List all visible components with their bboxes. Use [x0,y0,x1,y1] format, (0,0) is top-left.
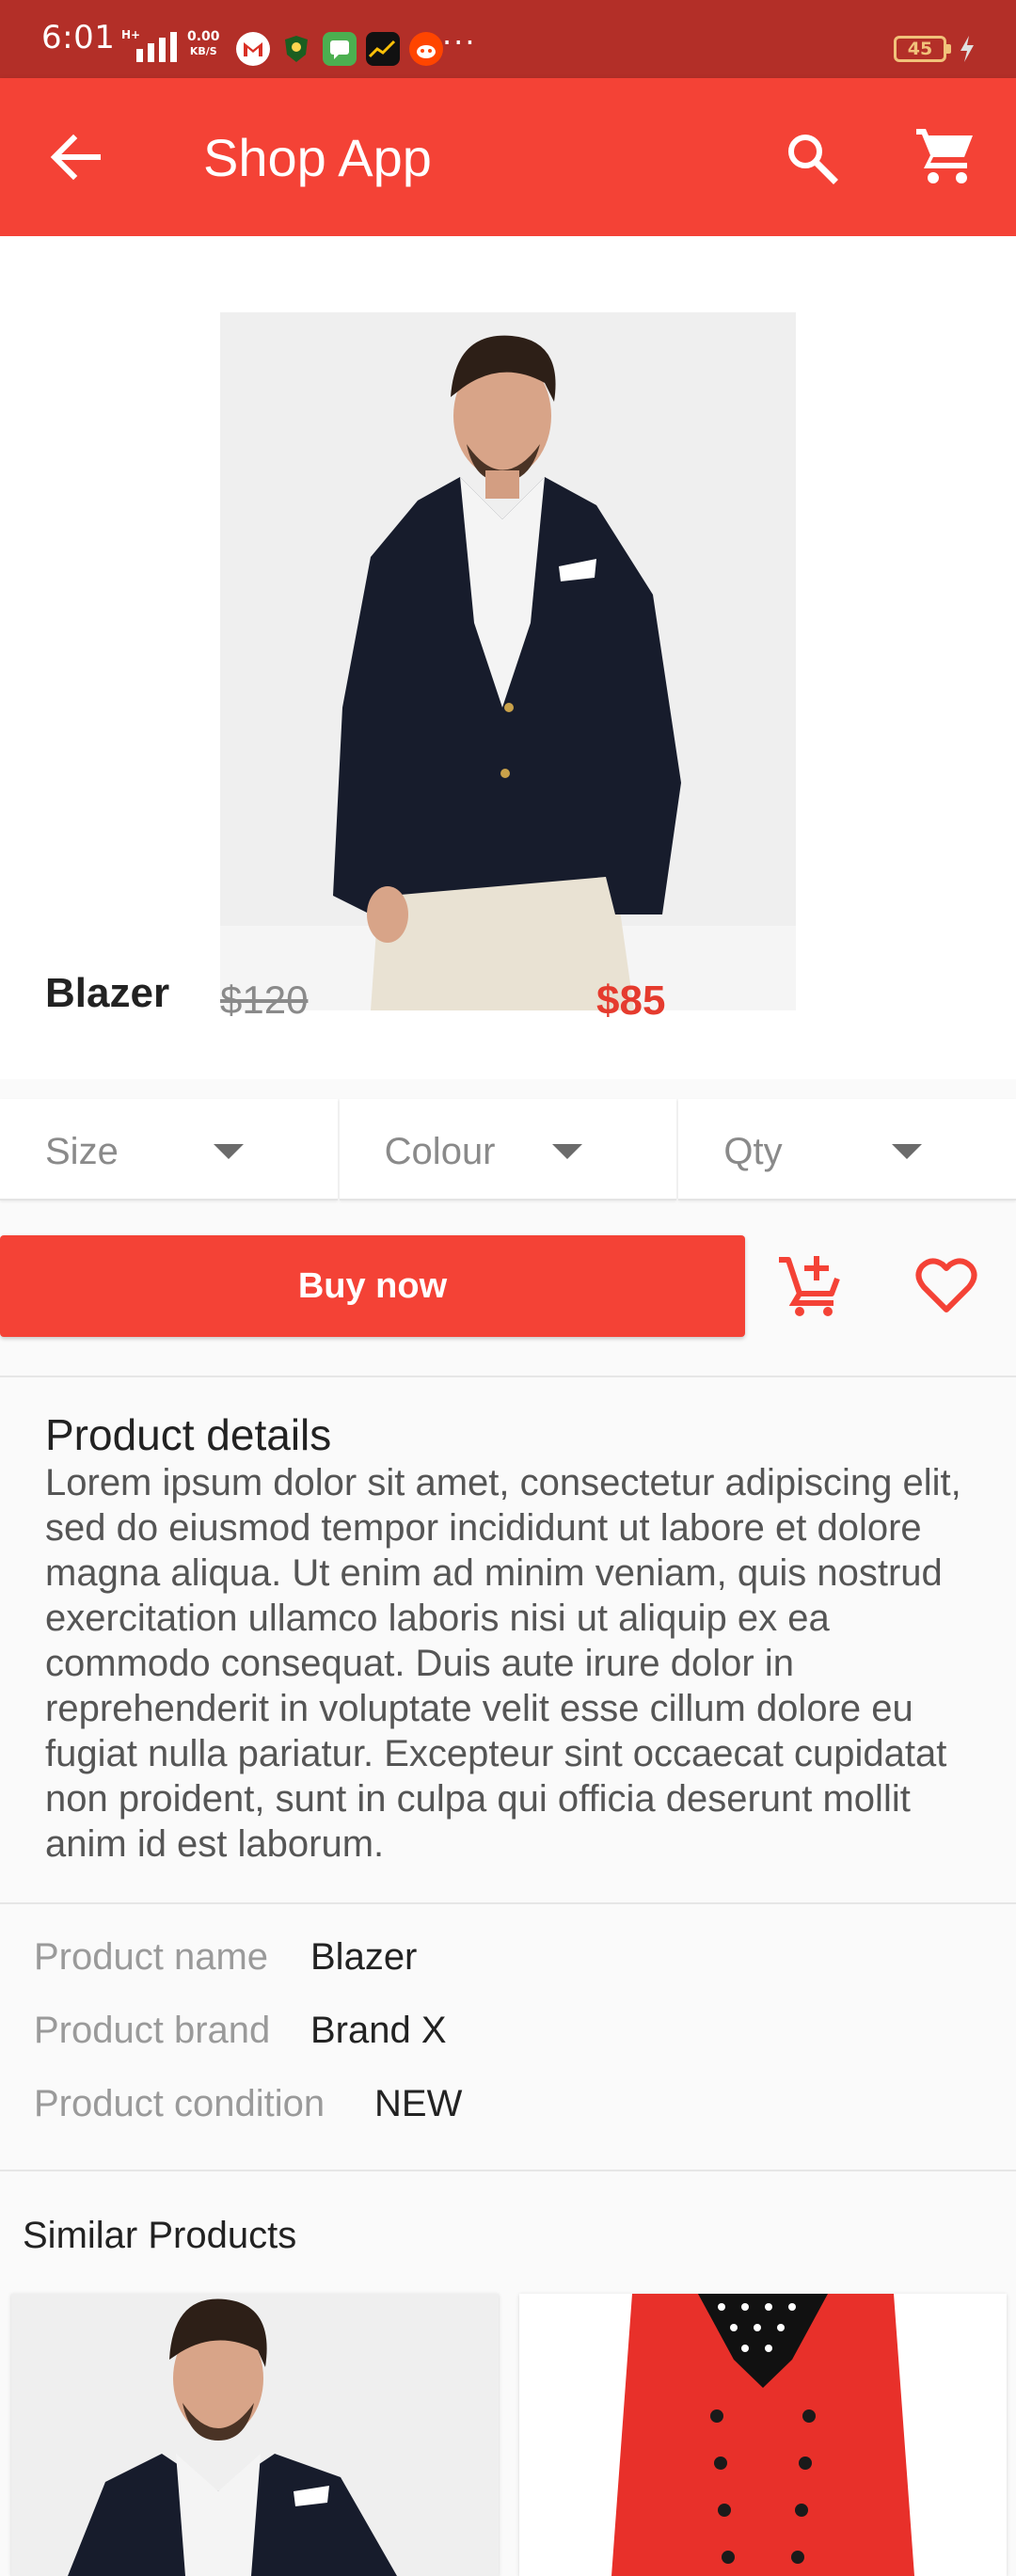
status-bar: 6:01 H+ 0.00 KB/S ··· 45 [0,0,1016,78]
dropdown-arrow-icon [892,1144,923,1159]
spec-row-brand: Product brand Brand X [34,2010,447,2052]
size-dropdown[interactable]: Size [0,1099,338,1201]
divider [0,1375,1016,1377]
size-label: Size [45,1131,119,1172]
cart-icon[interactable] [914,127,976,185]
blazer-thumbnail [11,2294,499,2576]
gmail-icon [236,32,270,66]
spec-value: Blazer [310,1936,418,1978]
similar-products-title: Similar Products [23,2215,297,2256]
app-title: Shop App [203,128,432,187]
similar-product-card[interactable] [11,2294,499,2576]
spec-key: Product name [34,1936,269,1978]
signal-icon: H+ [121,28,177,62]
speed-unit: KB/S [189,45,217,57]
search-icon[interactable] [785,131,839,185]
status-time: 6:01 [41,19,116,56]
messages-icon [323,32,357,66]
divider [0,1902,1016,1904]
spec-value: Brand X [310,2010,447,2051]
product-card: Blazer $120 $85 [0,236,1016,1079]
app-bar: Shop App [0,78,1016,236]
spec-row-condition: Product condition NEW [34,2083,462,2125]
qty-label: Qty [723,1131,783,1172]
buy-now-button[interactable]: Buy now [0,1235,745,1337]
original-price: $120 [220,978,309,1022]
spec-key: Product condition [34,2083,325,2124]
shield-app-icon [279,32,313,66]
more-notifications-icon: ··· [442,24,477,60]
red-dress-thumbnail [519,2294,1007,2576]
battery-level: 45 [907,39,933,59]
spec-key: Product brand [34,2010,271,2051]
similar-product-card[interactable] [519,2294,1007,2576]
product-image[interactable] [220,312,796,1010]
colour-label: Colour [384,1131,496,1172]
stocks-icon [366,32,400,66]
back-arrow-icon[interactable] [49,133,102,182]
charging-icon [958,34,976,68]
product-name: Blazer [45,970,170,1016]
qty-dropdown[interactable]: Qty [678,1099,1016,1201]
spec-value: NEW [374,2083,463,2124]
divider [0,2170,1016,2171]
heart-outline-icon[interactable] [914,1257,978,1315]
dropdown-arrow-icon [552,1144,583,1159]
colour-dropdown[interactable]: Colour [339,1099,677,1201]
network-speed: 0.00 KB/S [187,29,220,59]
notification-icons [236,32,443,66]
product-details-text: Lorem ipsum dolor sit amet, consectetur … [45,1462,961,1865]
sale-price: $85 [596,978,666,1024]
battery-icon: 45 [894,36,951,62]
speed-value: 0.00 [187,29,220,44]
dropdown-arrow-icon [213,1144,244,1159]
add-shopping-cart-icon[interactable] [777,1252,845,1318]
spec-row-name: Product name Blazer [34,1936,417,1979]
product-details-title: Product details [45,1410,332,1459]
network-type: H+ [121,28,141,41]
blazer-photo [220,312,796,1010]
option-selectors: Size Colour Qty [0,1099,1016,1201]
reddit-icon [409,32,443,66]
